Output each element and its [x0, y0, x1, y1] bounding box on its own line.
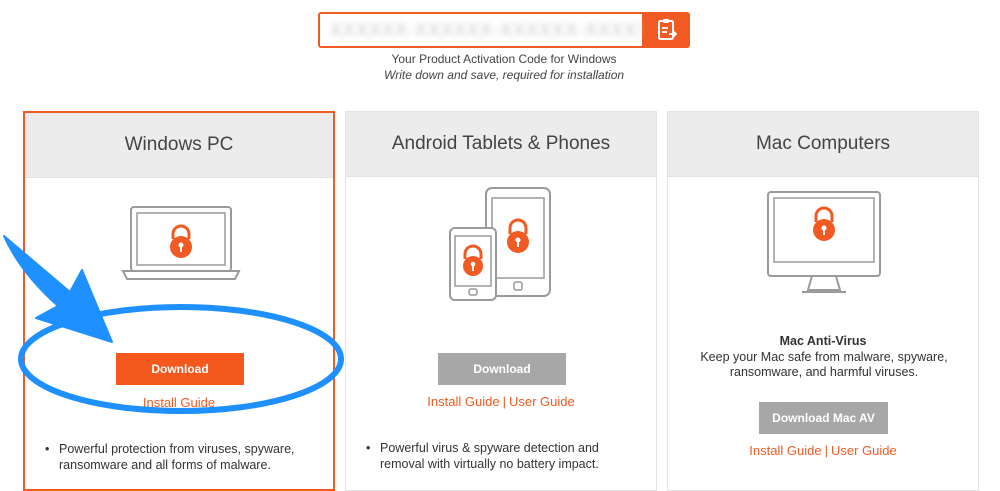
- activation-caption: Your Product Activation Code for Windows…: [318, 51, 690, 83]
- android-user-guide-link[interactable]: User Guide: [509, 394, 575, 409]
- activation-code-field[interactable]: XXXXXX-XXXXXX-XXXXXX-XXXXXX: [318, 12, 644, 48]
- windows-links: Install Guide: [25, 395, 333, 410]
- laptop-lock-icon: [121, 206, 241, 280]
- windows-card: Windows PC Download Install Guide • Powe…: [23, 111, 335, 491]
- android-feature-bullet: • Powerful virus & spyware detection and…: [366, 440, 636, 472]
- copy-code-button[interactable]: [644, 12, 690, 48]
- activation-code-value: XXXXXX-XXXXXX-XXXXXX-XXXXXX: [330, 19, 642, 40]
- android-card-title: Android Tablets & Phones: [346, 112, 656, 177]
- mac-user-guide-link[interactable]: User Guide: [831, 443, 897, 458]
- mac-product-name: Mac Anti-Virus: [779, 334, 867, 348]
- activation-caption-title: Your Product Activation Code for Windows: [391, 52, 617, 66]
- android-card: Android Tablets & Phones Download Instal…: [345, 111, 657, 491]
- clipboard-copy-icon: [658, 19, 678, 40]
- link-separator: |: [824, 443, 828, 458]
- android-download-button[interactable]: Download: [438, 353, 566, 385]
- monitor-lock-icon: [767, 191, 881, 293]
- android-feature-text: Powerful virus & spyware detection and r…: [380, 441, 599, 471]
- android-links: Install Guide | User Guide: [346, 394, 656, 409]
- mac-links: Install Guide | User Guide: [668, 443, 978, 458]
- mac-product-description: Keep your Mac safe from malware, spyware…: [700, 350, 948, 379]
- windows-download-button[interactable]: Download: [116, 353, 244, 385]
- phone-tablet-lock-icon: [449, 187, 551, 301]
- link-separator: |: [502, 394, 506, 409]
- android-install-guide-link[interactable]: Install Guide: [427, 394, 499, 409]
- mac-install-guide-link[interactable]: Install Guide: [749, 443, 821, 458]
- activation-caption-subtitle: Write down and save, required for instal…: [383, 68, 625, 82]
- mac-download-button[interactable]: Download Mac AV: [759, 402, 888, 434]
- windows-feature-text: Powerful protection from viruses, spywar…: [59, 442, 295, 472]
- mac-card: Mac Computers Mac Anti-Virus Keep your M…: [667, 111, 979, 491]
- windows-card-title: Windows PC: [25, 113, 333, 178]
- mac-card-title: Mac Computers: [668, 112, 978, 177]
- windows-feature-bullet: • Powerful protection from viruses, spyw…: [45, 441, 315, 473]
- windows-install-guide-link[interactable]: Install Guide: [143, 395, 215, 410]
- activation-code-bar: XXXXXX-XXXXXX-XXXXXX-XXXXXX: [318, 12, 690, 48]
